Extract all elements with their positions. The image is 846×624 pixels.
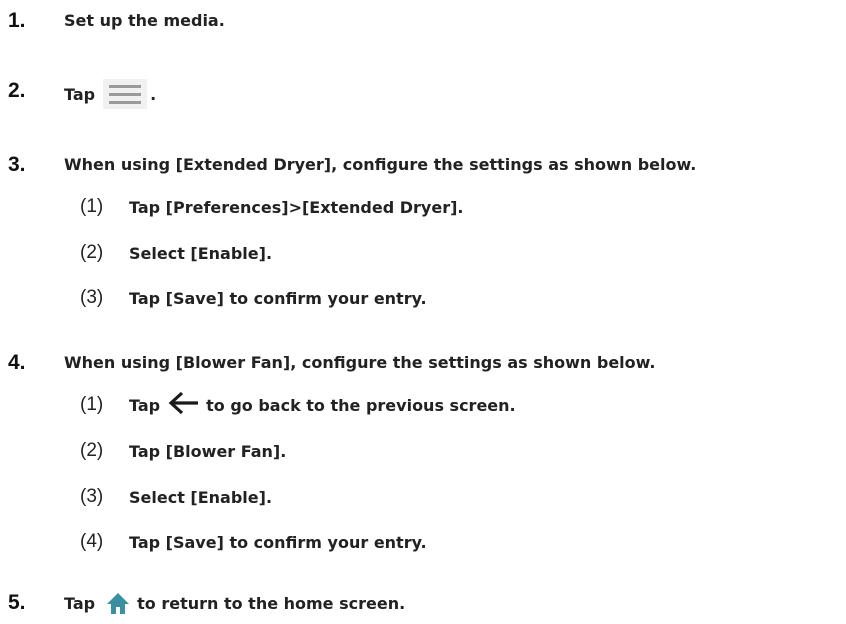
step-text: Tap: [64, 84, 96, 104]
substep: (4) Tap [Save] to confirm your entry.: [80, 531, 427, 553]
substep-text: Tap [Save] to confirm your entry.: [129, 532, 427, 552]
step-text-tail: to return to the home screen.: [137, 593, 406, 613]
step-number: 2.: [8, 79, 26, 102]
substep-text: Tap [Save] to confirm your entry.: [129, 288, 427, 308]
substep-number: (2): [80, 440, 104, 461]
home-icon: [105, 590, 131, 616]
menu-icon: [103, 79, 148, 109]
step-number: 5.: [8, 591, 26, 614]
substep-number: (3): [80, 486, 104, 507]
step-number: 3.: [8, 153, 26, 176]
step-number: 4.: [8, 351, 26, 374]
substep-number: (1): [80, 394, 104, 415]
substep-text-tail: to go back to the previous screen.: [206, 395, 516, 415]
substep-text: Select [Enable].: [129, 487, 273, 507]
substep: (2) Select [Enable].: [80, 242, 272, 264]
substep-text: Select [Enable].: [129, 243, 273, 263]
substep-text: Tap: [129, 395, 161, 415]
step-number: 1.: [8, 9, 26, 32]
substep: (1) Tap to go back to the previous scree…: [80, 391, 516, 419]
step-text: Set up the media.: [64, 11, 225, 30]
back-arrow-icon: [168, 391, 200, 419]
substep-number: (4): [80, 531, 104, 552]
substep: (3) Tap [Save] to confirm your entry.: [80, 287, 427, 309]
step-text: When using [Extended Dryer], configure t…: [64, 155, 697, 174]
step-text: When using [Blower Fan], configure the s…: [64, 353, 656, 372]
substep-text: Tap [Blower Fan].: [129, 441, 287, 461]
substep-text: Tap [Preferences]>[Extended Dryer].: [129, 197, 464, 217]
substep-number: (3): [80, 287, 104, 308]
substep: (1) Tap [Preferences]>[Extended Dryer].: [80, 196, 464, 218]
substep: (3) Select [Enable].: [80, 486, 272, 508]
step-text-period: .: [150, 84, 157, 104]
substep-number: (1): [80, 196, 104, 217]
substep: (2) Tap [Blower Fan].: [80, 440, 286, 462]
substep-number: (2): [80, 242, 104, 263]
step-text: Tap: [64, 593, 96, 613]
